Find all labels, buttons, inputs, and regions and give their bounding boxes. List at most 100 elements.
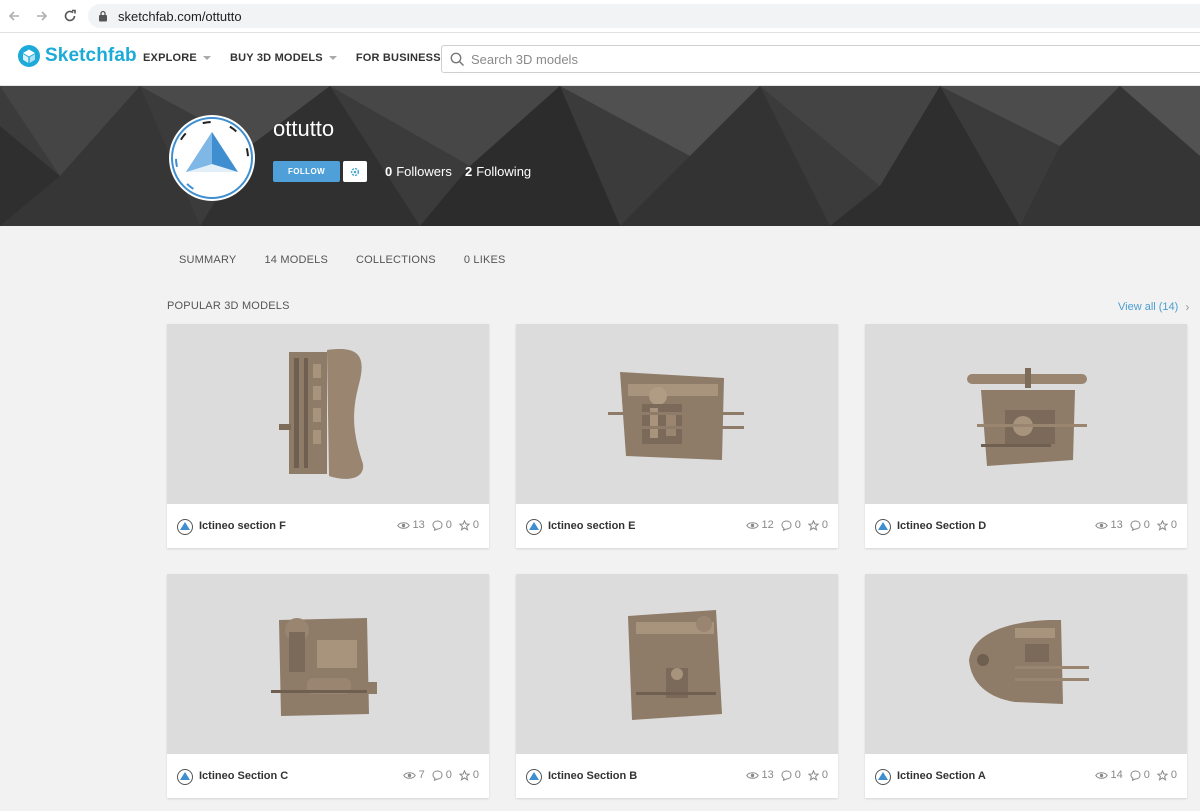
- nav-buy-3d-models[interactable]: BUY 3D MODELS: [230, 52, 337, 64]
- model-preview-section-e: [608, 372, 744, 460]
- profile-username: ottutto: [273, 116, 335, 141]
- following-stat[interactable]: 2 Following: [465, 164, 531, 179]
- view-all-link[interactable]: View all (14) ›: [1118, 300, 1189, 314]
- nav-for-business[interactable]: FOR BUSINESS: [356, 52, 455, 64]
- model-title[interactable]: Ictineo section F: [199, 520, 286, 532]
- comments-count: 0: [794, 519, 801, 531]
- model-preview-section-a: [969, 620, 1089, 704]
- sketchfab-logo[interactable]: Sketchfab: [18, 45, 137, 67]
- likes-count: 0: [472, 519, 479, 531]
- model-thumbnail[interactable]: [516, 324, 838, 504]
- reload-icon: [64, 9, 76, 22]
- views-count: 13: [1110, 519, 1123, 531]
- author-avatar[interactable]: [177, 769, 193, 785]
- model-card[interactable]: Ictineo section E 12 0 0: [516, 324, 838, 548]
- likes-count: 0: [821, 769, 828, 781]
- model-preview-section-f: [279, 349, 364, 479]
- likes-count: 0: [472, 769, 479, 781]
- model-preview-section-c: [271, 618, 377, 716]
- model-title[interactable]: Ictineo Section A: [897, 770, 986, 782]
- ottutto-logo-icon: [177, 769, 193, 785]
- model-thumbnail[interactable]: [865, 574, 1187, 754]
- model-title[interactable]: Ictineo Section B: [548, 770, 637, 782]
- author-avatar[interactable]: [526, 519, 542, 535]
- author-avatar[interactable]: [875, 769, 891, 785]
- likes-stat: 0: [807, 519, 828, 531]
- eye-icon: [1094, 771, 1108, 779]
- views-stat: 7: [402, 769, 425, 781]
- author-avatar[interactable]: [875, 519, 891, 535]
- ottutto-logo-icon: [875, 519, 891, 535]
- likes-count: 0: [1170, 769, 1177, 781]
- arrow-left-icon: [8, 11, 19, 21]
- search-input[interactable]: [471, 51, 1071, 67]
- model-card[interactable]: Ictineo Section D 13 0 0: [865, 324, 1187, 548]
- reload-button[interactable]: [58, 4, 82, 28]
- followers-stat[interactable]: 0 Followers: [385, 164, 452, 179]
- logo-text: Sketchfab: [45, 45, 137, 66]
- model-card[interactable]: Ictineo Section B 13 0 0: [516, 574, 838, 798]
- search-box[interactable]: [441, 45, 1200, 73]
- search-icon: [450, 52, 465, 66]
- eye-icon: [402, 771, 416, 779]
- eye-icon: [1094, 521, 1108, 529]
- model-title[interactable]: Ictineo Section D: [897, 520, 986, 532]
- comments-stat: 0: [781, 519, 801, 531]
- star-icon: [458, 769, 470, 781]
- nav-explore[interactable]: EXPLORE: [143, 52, 211, 64]
- profile-avatar[interactable]: [168, 114, 256, 202]
- comment-icon: [1130, 769, 1141, 781]
- popular-section-title: POPULAR 3D MODELS: [167, 300, 290, 312]
- model-title[interactable]: Ictineo section E: [548, 520, 635, 532]
- comments-stat: 0: [781, 769, 801, 781]
- comments-count: 0: [794, 769, 801, 781]
- sketchfab-logo-icon: [18, 45, 40, 67]
- forward-button[interactable]: [30, 4, 54, 28]
- main-nav: EXPLORE BUY 3D MODELS FOR BUSINESS: [143, 52, 474, 64]
- model-card[interactable]: Ictineo Section A 14 0 0: [865, 574, 1187, 798]
- url-text: sketchfab.com/ottutto: [118, 8, 242, 24]
- tab-summary[interactable]: SUMMARY: [179, 254, 236, 266]
- model-card[interactable]: Ictineo section F 13 0 0: [167, 324, 489, 548]
- address-bar[interactable]: sketchfab.com/ottutto: [88, 4, 1200, 28]
- lock-icon: [99, 10, 107, 22]
- likes-count: 0: [1170, 519, 1177, 531]
- model-thumbnail[interactable]: [516, 574, 838, 754]
- nav-buy-label: BUY 3D MODELS: [229, 52, 323, 64]
- followers-count: 0: [385, 164, 393, 179]
- tab-models[interactable]: 14 MODELS: [264, 254, 328, 266]
- views-stat: 13: [396, 519, 425, 531]
- settings-button[interactable]: [343, 161, 367, 182]
- model-card[interactable]: Ictineo Section C 7 0 0: [167, 574, 489, 798]
- model-stats: 13 0 0: [390, 519, 479, 531]
- card-footer: Ictineo Section D 13 0 0: [865, 504, 1187, 548]
- model-thumbnail[interactable]: [865, 324, 1187, 504]
- profile-tabs: SUMMARY 14 MODELS COLLECTIONS 0 LIKES: [179, 254, 534, 266]
- card-footer: Ictineo section F 13 0 0: [167, 504, 489, 548]
- back-button[interactable]: [2, 4, 26, 28]
- comments-stat: 0: [432, 769, 452, 781]
- author-avatar[interactable]: [526, 769, 542, 785]
- views-stat: 13: [1094, 519, 1123, 531]
- views-stat: 13: [745, 769, 774, 781]
- views-count: 13: [412, 519, 425, 531]
- eye-icon: [745, 771, 759, 779]
- comment-icon: [432, 519, 443, 531]
- model-preview-section-d: [967, 368, 1087, 466]
- comments-count: 0: [1143, 519, 1150, 531]
- model-stats: 12 0 0: [739, 519, 828, 531]
- star-icon: [1156, 769, 1168, 781]
- tab-collections[interactable]: COLLECTIONS: [356, 254, 436, 266]
- eye-icon: [396, 521, 410, 529]
- author-avatar[interactable]: [177, 519, 193, 535]
- model-thumbnail[interactable]: [167, 324, 489, 504]
- following-count: 2: [465, 164, 473, 179]
- card-footer: Ictineo Section C 7 0 0: [167, 754, 489, 798]
- tab-likes[interactable]: 0 LIKES: [464, 254, 506, 266]
- model-title[interactable]: Ictineo Section C: [199, 770, 288, 782]
- comments-stat: 0: [432, 519, 452, 531]
- likes-count: 0: [821, 519, 828, 531]
- follow-button[interactable]: FOLLOW: [273, 161, 340, 182]
- star-icon: [458, 519, 470, 531]
- model-thumbnail[interactable]: [167, 574, 489, 754]
